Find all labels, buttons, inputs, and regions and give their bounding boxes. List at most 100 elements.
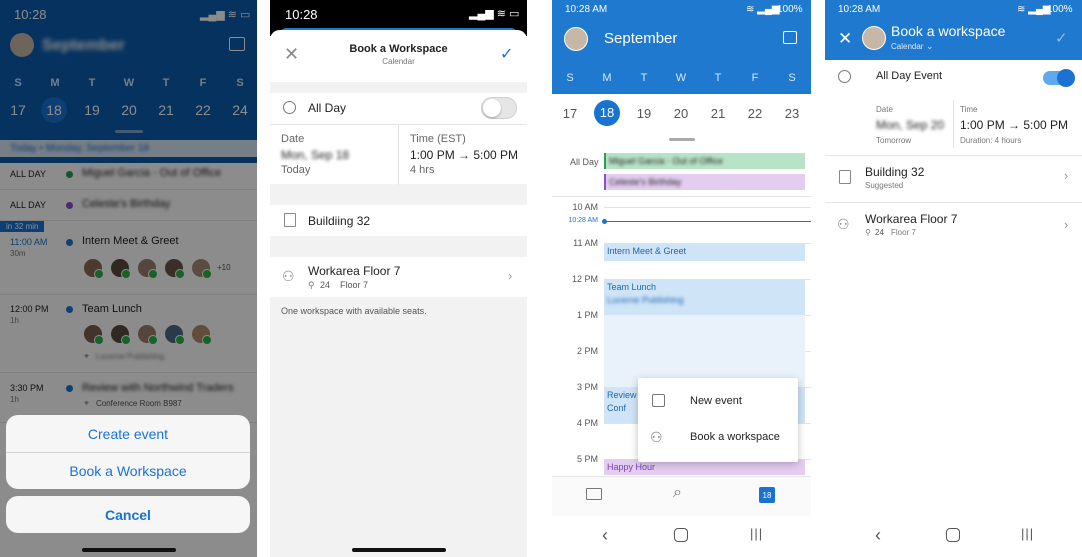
- selected-date[interactable]: 18: [594, 100, 620, 126]
- confirm-check-icon[interactable]: ✓: [500, 44, 513, 64]
- mail-icon[interactable]: [586, 488, 602, 500]
- date-time-row[interactable]: Date Mon, Sep 20 Tomorrow Time 1:00 PM →…: [866, 94, 1082, 154]
- building-sub: Suggested: [865, 181, 904, 190]
- clock-icon: [283, 101, 296, 114]
- date-time-row[interactable]: Date Mon, Sep 18 Today Time (EST) 1:00 P…: [270, 124, 527, 185]
- chevron-right-icon[interactable]: ›: [1064, 217, 1068, 232]
- calendar-event[interactable]: Intern Meet & Greet: [604, 243, 805, 261]
- android-nav-bar: ‹ |||: [552, 516, 811, 557]
- calendar-view-icon[interactable]: [783, 31, 797, 44]
- building-name: Building 32: [865, 165, 925, 179]
- hour-label: 5 PM: [576, 454, 598, 464]
- allday-event[interactable]: Celeste's Birthday: [604, 174, 805, 190]
- screen-title: Book a workspace: [891, 23, 1006, 39]
- time-value[interactable]: 1:00 PM → 5:00 PM: [410, 148, 518, 162]
- date-cell[interactable]: 17: [557, 106, 583, 121]
- all-day-toggle[interactable]: [481, 97, 517, 119]
- workspace-group-icon: ⚇: [650, 429, 663, 445]
- seat-count: 24: [320, 280, 331, 290]
- android-nav-bar: ‹ |||: [825, 516, 1082, 557]
- event-title: Celeste's Birthday: [609, 177, 682, 187]
- weekday: F: [751, 72, 759, 84]
- now-label: 10:28 AM: [568, 217, 598, 224]
- date-strip: 17 18 19 20 21 22 23: [552, 94, 811, 144]
- status-icons: ≋ ▂▄▆: [746, 4, 780, 15]
- date-value[interactable]: Mon, Sep 18: [281, 148, 349, 162]
- workspace-group-icon: ⚇: [282, 268, 295, 284]
- home-icon[interactable]: [674, 528, 688, 542]
- ios-agenda-screen: 10:28 ▂▄▆ ≋ ▭ September S M T W T F S 17…: [0, 0, 257, 557]
- date-label: Date: [876, 105, 893, 114]
- date-cell[interactable]: 19: [631, 106, 657, 121]
- new-event-menu-item[interactable]: New event: [638, 384, 798, 418]
- workarea-row[interactable]: ⚇ Workarea Floor 7 ⚲ 24 Floor 7 ›: [270, 257, 527, 297]
- time-value[interactable]: 1:00 PM → 5:00 PM: [960, 118, 1068, 132]
- calendar-tab-icon[interactable]: 18: [759, 487, 775, 503]
- date-value[interactable]: Mon, Sep 20: [876, 118, 944, 132]
- status-time: 10:28: [285, 7, 318, 22]
- building-row[interactable]: Buildiing 32: [270, 205, 527, 236]
- back-icon[interactable]: ‹: [602, 525, 608, 546]
- date-cell[interactable]: 23: [779, 106, 805, 121]
- book-workspace-label: Book a workspace: [690, 431, 780, 443]
- avatar: [862, 26, 886, 50]
- allday-event[interactable]: Miguel Garcia - Out of Office: [604, 153, 805, 169]
- free-slot-shade: [604, 315, 805, 387]
- clock-icon: [838, 70, 851, 83]
- all-day-row[interactable]: All Day Event: [825, 60, 1082, 94]
- calendar-event[interactable]: Team Lunch Lucerne Publishing: [604, 279, 805, 315]
- drag-handle[interactable]: [669, 138, 695, 141]
- home-indicator[interactable]: [352, 548, 446, 552]
- ios-book-workspace-screen: 10:28 ▂▄▆ ≋ ▭ ✕ Book a Workspace Calenda…: [270, 0, 527, 557]
- android-book-workspace-screen: 10:28 AM ≋ ▂▄▆ 100% ✕ Book a workspace C…: [825, 0, 1082, 557]
- hour-label: 11 AM: [573, 238, 598, 248]
- weekday: W: [675, 72, 687, 84]
- hour-label: 1 PM: [576, 310, 598, 320]
- status-time: 10:28 AM: [838, 4, 881, 15]
- search-icon[interactable]: ⌕: [673, 484, 682, 502]
- close-icon[interactable]: ✕: [838, 29, 852, 49]
- all-day-label: All Day: [308, 101, 347, 115]
- create-menu-popup: New event ⚇ Book a workspace: [638, 378, 798, 462]
- date-cell[interactable]: 20: [668, 106, 694, 121]
- hour-label: 12 PM: [571, 274, 598, 284]
- date-sub: Tomorrow: [876, 136, 912, 145]
- book-workspace-menu-item[interactable]: ⚇ Book a workspace: [638, 420, 798, 454]
- date-label: Date: [281, 133, 305, 145]
- back-icon[interactable]: ‹: [875, 525, 881, 546]
- action-sheet: Create event Book a Workspace: [6, 415, 250, 489]
- chevron-right-icon[interactable]: ›: [1064, 168, 1068, 183]
- book-workspace-button[interactable]: Book a Workspace: [6, 463, 250, 479]
- person-icon: ⚲: [865, 228, 871, 237]
- chevron-down-icon[interactable]: ⌄: [926, 41, 934, 52]
- home-icon[interactable]: [946, 528, 960, 542]
- all-day-section: All Day Miguel Garcia - Out of Office Ce…: [552, 149, 811, 197]
- battery-level: 100%: [1047, 4, 1073, 15]
- recents-icon[interactable]: |||: [750, 526, 763, 541]
- hour-label: 3 PM: [576, 382, 598, 392]
- home-indicator[interactable]: [82, 548, 176, 552]
- time-label: Time: [960, 105, 978, 114]
- create-event-button[interactable]: Create event: [6, 426, 250, 442]
- avatar[interactable]: [564, 27, 588, 51]
- workarea-row[interactable]: ⚇ Workarea Floor 7 ⚲ 24 Floor 7 ›: [825, 203, 1082, 249]
- weekday: S: [788, 72, 796, 84]
- weekday: S: [566, 72, 574, 84]
- date-cell[interactable]: 22: [742, 106, 768, 121]
- cancel-button[interactable]: Cancel: [6, 507, 250, 523]
- app-bar: 10:28 AM ≋ ▂▄▆ 100% ✕ Book a workspace C…: [825, 0, 1082, 60]
- calendar-add-icon: [652, 394, 665, 407]
- all-day-toggle[interactable]: [1043, 69, 1075, 87]
- battery-level: 100%: [777, 4, 803, 15]
- hour-label: 10 AM: [572, 202, 598, 212]
- chevron-right-icon[interactable]: ›: [508, 268, 512, 283]
- recents-icon[interactable]: |||: [1021, 526, 1034, 541]
- all-day-row[interactable]: All Day: [270, 93, 527, 124]
- confirm-check-icon[interactable]: ✓: [1055, 29, 1068, 47]
- all-day-label: All Day Event: [876, 70, 943, 82]
- building-row[interactable]: Building 32 Suggested ›: [825, 156, 1082, 202]
- building-icon: [284, 213, 296, 227]
- time-label: Time (EST): [410, 133, 466, 145]
- date-cell[interactable]: 21: [705, 106, 731, 121]
- calendar-selector[interactable]: Calendar: [891, 42, 923, 51]
